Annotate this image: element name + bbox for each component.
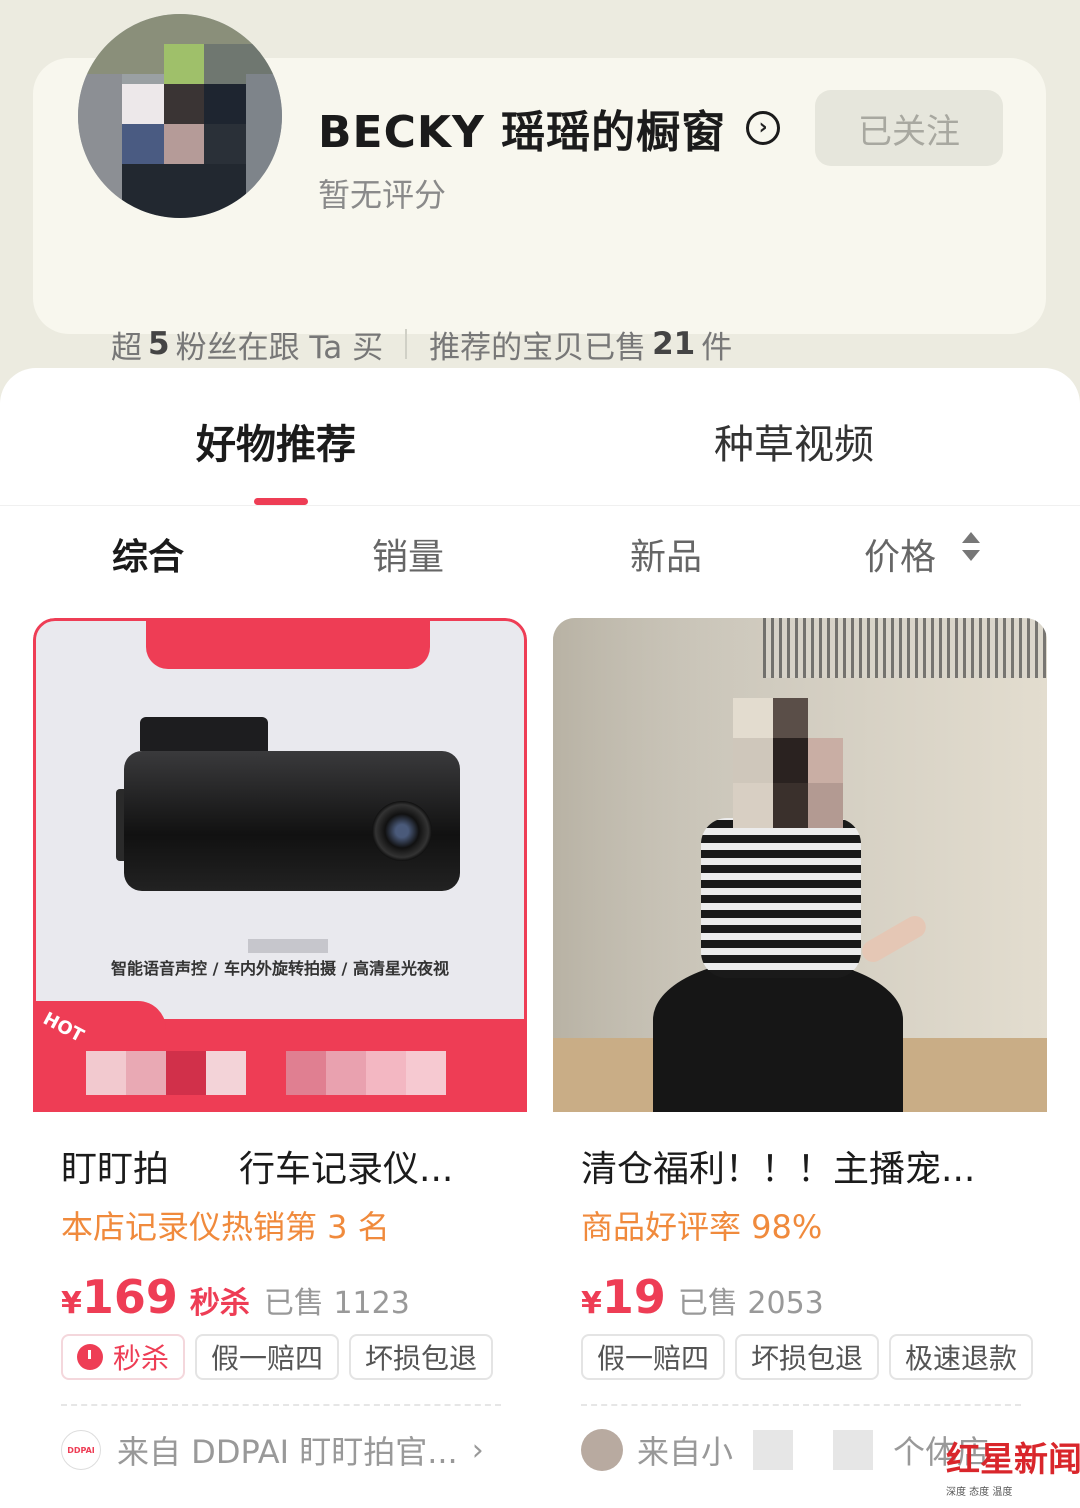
shop-avatar[interactable] (78, 14, 282, 218)
service-badge: 假一赔四 (581, 1334, 726, 1380)
clock-icon (77, 1344, 103, 1370)
model-face-mosaic (733, 698, 843, 828)
service-badge: 坏损包退 (735, 1334, 880, 1380)
shop-name[interactable]: BECKY 瑶瑶的橱窗 (318, 96, 726, 160)
follow-button[interactable]: 已关注 (815, 90, 1003, 166)
dashcam-lens (372, 801, 432, 861)
sort-new[interactable]: 新品 (630, 528, 702, 580)
stats-sold-label: 推荐的宝贝已售 (429, 329, 647, 366)
service-badges: 假一赔四 坏损包退 极速退款 (581, 1334, 1034, 1380)
store-source[interactable]: 来自 DDPAI 盯盯拍官... (117, 1427, 458, 1473)
sort-price[interactable]: 价格 (864, 528, 936, 580)
product-image-dashcam[interactable]: 智能语音声控 / 车内外旋转拍摄 / 高清星光夜视 HOT (33, 618, 527, 1112)
sort-toggle-icon[interactable] (960, 532, 982, 564)
sort-bar: 综合 销量 新品 价格 (0, 518, 1080, 580)
price-currency: ¥ (581, 1286, 602, 1321)
stats-fans-label: 粉丝在跟 Ta 买 (175, 329, 384, 366)
product-card[interactable]: 智能语音声控 / 车内外旋转拍摄 / 高清星光夜视 HOT 盯盯拍 行车记录仪..… (33, 618, 527, 1508)
content-tabs: 好物推荐 种草视频 (0, 368, 1080, 506)
shop-rating: 暂无评分 (318, 176, 447, 214)
chevron-right-icon[interactable]: › (472, 1433, 484, 1468)
shop-stats: 超 5 粉丝在跟 Ta 买 推荐的宝贝已售 21 件 (111, 320, 732, 368)
stats-sold-unit: 件 (701, 329, 733, 366)
product-image-model[interactable] (553, 618, 1047, 1112)
dashcam-mount (140, 717, 268, 751)
sold-count: 已售 1123 (263, 1286, 410, 1321)
store-source[interactable]: 来自小 (637, 1427, 733, 1473)
image-caption: 智能语音声控 / 车内外旋转拍摄 / 高清星光夜视 (111, 959, 449, 978)
divider (581, 1404, 1021, 1406)
service-badge: 极速退款 (889, 1334, 1034, 1380)
service-badge: 坏损包退 (349, 1334, 494, 1380)
brand-logo: DDPAI (61, 1430, 101, 1470)
product-card[interactable]: 清仓福利！！！主播宠... 商品好评率 98% ¥ 19 已售 2053 假一赔… (553, 618, 1047, 1508)
product-highlight: 本店记录仪热销第 3 名 (61, 1208, 390, 1246)
fans-count: 5 (148, 326, 170, 362)
price-row: ¥ 169 秒杀 已售 1123 (61, 1270, 410, 1324)
model-striped-top (701, 818, 861, 978)
chevron-right-circle-icon[interactable]: › (746, 111, 781, 145)
shop-name-row[interactable]: BECKY 瑶瑶的橱窗 › (318, 96, 781, 160)
product-highlight: 商品好评率 98% (581, 1208, 823, 1246)
product-title[interactable]: 清仓福利！！！主播宠... (581, 1140, 1021, 1192)
flash-sale-badge: 秒杀 (61, 1334, 186, 1380)
store-avatar (581, 1429, 623, 1471)
price-row: ¥ 19 已售 2053 (581, 1270, 824, 1324)
service-badges: 秒杀 假一赔四 坏损包退 (61, 1334, 494, 1380)
stats-prefix: 超 (111, 329, 142, 366)
store-source-row[interactable]: DDPAI 来自 DDPAI 盯盯拍官... › (61, 1428, 501, 1472)
tab-videos[interactable]: 种草视频 (714, 412, 874, 470)
price-currency: ¥ (61, 1286, 82, 1321)
tab-recommended[interactable]: 好物推荐 (196, 412, 356, 470)
price-value: 169 (81, 1270, 178, 1324)
sort-overall[interactable]: 综合 (112, 528, 184, 580)
active-tab-indicator (254, 498, 308, 505)
stats-divider (405, 329, 408, 359)
news-watermark-logo: 红星新闻 深度 态度 温度 (946, 1440, 1080, 1498)
model-skirt (653, 958, 903, 1112)
sold-count: 21 (652, 326, 696, 362)
divider (61, 1404, 501, 1406)
image-banner-tab (146, 621, 430, 669)
service-badge: 假一赔四 (195, 1334, 340, 1380)
product-title[interactable]: 盯盯拍 行车记录仪... (61, 1140, 501, 1192)
sort-sales[interactable]: 销量 (372, 528, 444, 580)
flash-sale-label: 秒杀 (189, 1286, 250, 1321)
sold-count: 已售 2053 (677, 1286, 824, 1321)
price-value: 19 (601, 1270, 666, 1324)
